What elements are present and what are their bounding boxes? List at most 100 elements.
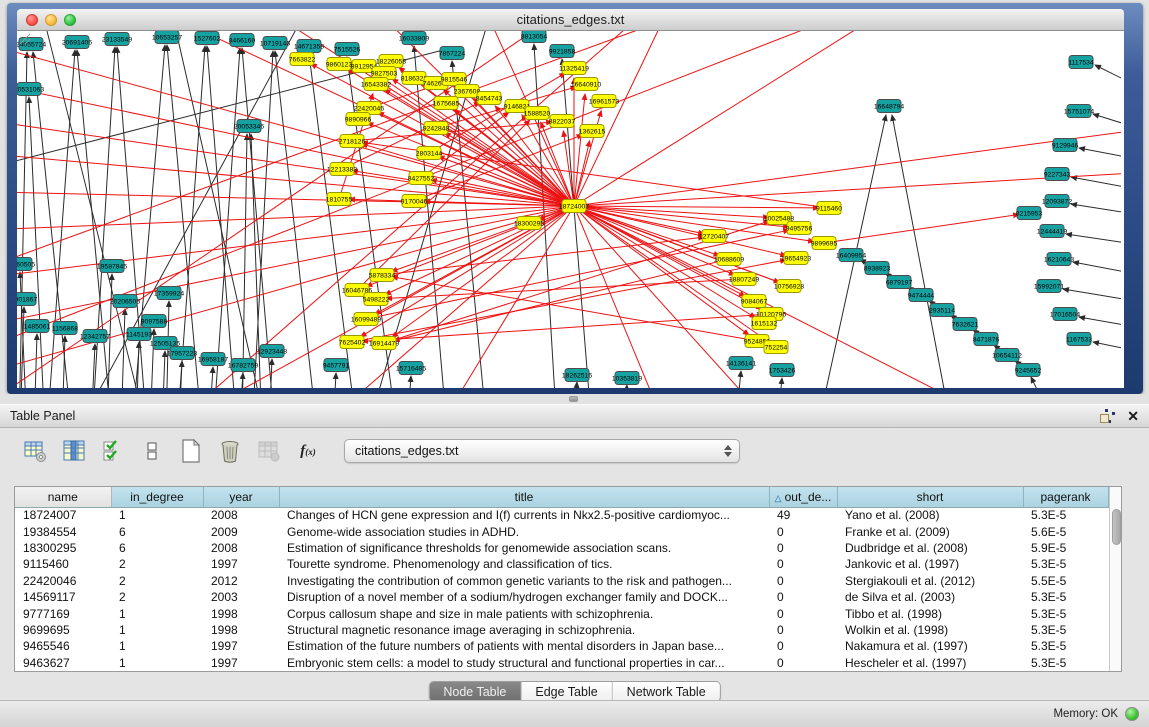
table-cell[interactable]: 5.6E-5 bbox=[1023, 523, 1108, 539]
network-canvas[interactable]: 2405572420691406231335491065325715276028… bbox=[17, 31, 1124, 388]
table-cell[interactable]: Embryonic stem cells: a model to study s… bbox=[279, 655, 769, 671]
table-cell[interactable]: 0 bbox=[769, 540, 837, 556]
graph-node[interactable]: 752254 bbox=[764, 341, 788, 354]
table-cell[interactable]: Estimation of significance thresholds fo… bbox=[279, 540, 769, 556]
graph-node[interactable]: 9242848 bbox=[423, 122, 450, 135]
table-row[interactable]: 1830029562008Estimation of significance … bbox=[15, 540, 1108, 556]
table-cell[interactable]: 6 bbox=[111, 540, 203, 556]
table-cell[interactable]: 1997 bbox=[203, 655, 279, 671]
table-cell[interactable]: 2 bbox=[111, 573, 203, 589]
table-cell[interactable]: 22420046 bbox=[15, 573, 111, 589]
graph-node[interactable]: 20206505 bbox=[110, 295, 140, 308]
table-cell[interactable]: Investigating the contribution of common… bbox=[279, 573, 769, 589]
table-cell[interactable]: Wolkin et al. (1998) bbox=[837, 622, 1023, 638]
graph-node[interactable]: 12213383 bbox=[327, 163, 357, 176]
graph-node[interactable]: 9227343 bbox=[1044, 168, 1071, 181]
table-cell[interactable]: 9699695 bbox=[15, 622, 111, 638]
table-cell[interactable]: 1997 bbox=[203, 556, 279, 572]
graph-node[interactable]: 1167533 bbox=[1066, 333, 1092, 346]
table-row[interactable]: 946554611997Estimation of the future num… bbox=[15, 638, 1108, 654]
table-row[interactable]: 911546021997Tourette syndrome. Phenomeno… bbox=[15, 556, 1108, 572]
graph-node[interactable]: 9495756 bbox=[786, 222, 813, 235]
table-cell[interactable]: Estimation of the future numbers of pati… bbox=[279, 638, 769, 654]
graph-node[interactable]: 1145193 bbox=[126, 328, 152, 341]
graph-node[interactable]: 9474444 bbox=[908, 289, 935, 302]
graph-node[interactable]: 19654923 bbox=[781, 252, 811, 265]
graph-node[interactable]: 7515526 bbox=[334, 43, 361, 56]
column-header-year[interactable]: year bbox=[203, 487, 279, 507]
table-cell[interactable]: 5.3E-5 bbox=[1023, 622, 1108, 638]
table-row[interactable]: 977716911998Corpus callosum shape and si… bbox=[15, 605, 1108, 621]
graph-node[interactable]: 1588520 bbox=[524, 107, 551, 120]
table-cell[interactable]: 1998 bbox=[203, 622, 279, 638]
table-cell[interactable]: 0 bbox=[769, 589, 837, 605]
graph-node[interactable]: 5878334 bbox=[369, 269, 396, 282]
graph-node[interactable]: 12720407 bbox=[699, 230, 729, 243]
column-header-short[interactable]: short bbox=[837, 487, 1023, 507]
graph-node[interactable]: 16958187 bbox=[198, 353, 228, 366]
graph-node[interactable]: 8454743 bbox=[476, 92, 503, 105]
graph-node[interactable]: 10353819 bbox=[612, 372, 642, 385]
table-cell[interactable]: 0 bbox=[769, 605, 837, 621]
graph-node[interactable]: 8822037 bbox=[549, 115, 576, 128]
graph-node[interactable]: 1117534 bbox=[1068, 56, 1094, 69]
graph-node[interactable]: 8427552 bbox=[408, 172, 435, 185]
table-cell[interactable]: 2 bbox=[111, 589, 203, 605]
splitter-handle[interactable] bbox=[569, 396, 578, 402]
graph-node[interactable]: 8215953 bbox=[1016, 207, 1043, 220]
graph-node[interactable]: 1675685 bbox=[433, 97, 460, 110]
graph-node[interactable]: 2718126 bbox=[339, 135, 366, 148]
table-cell[interactable]: 5.3E-5 bbox=[1023, 556, 1108, 572]
graph-node[interactable]: 6879197 bbox=[886, 276, 913, 289]
table-cell[interactable]: 5.3E-5 bbox=[1023, 589, 1108, 605]
graph-node[interactable]: 1485061 bbox=[24, 320, 51, 333]
table-row[interactable]: 1872400712008Changes of HCN gene express… bbox=[15, 507, 1108, 523]
table-cell[interactable]: 0 bbox=[769, 638, 837, 654]
graph-node[interactable]: 9921858 bbox=[549, 45, 576, 58]
table-cell[interactable]: Disruption of a novel member of a sodium… bbox=[279, 589, 769, 605]
graph-node[interactable]: 10654112 bbox=[992, 349, 1022, 362]
graph-node[interactable]: 16210643 bbox=[1044, 253, 1074, 266]
delete-table-icon[interactable] bbox=[217, 438, 243, 464]
tab-node-table[interactable]: Node Table bbox=[429, 682, 521, 701]
graph-node[interactable]: 23133549 bbox=[102, 33, 132, 46]
graph-node[interactable]: 9899695 bbox=[811, 237, 838, 250]
function-builder-icon[interactable]: f(x) bbox=[295, 438, 321, 464]
create-table-icon[interactable] bbox=[178, 438, 204, 464]
graph-node[interactable]: 17957223 bbox=[167, 347, 197, 360]
graph-node[interactable]: 17359924 bbox=[154, 287, 184, 300]
graph-node[interactable]: 10653257 bbox=[152, 31, 182, 44]
table-row[interactable]: 969969511998Structural magnetic resonanc… bbox=[15, 622, 1108, 638]
graph-node[interactable]: 12093872 bbox=[1042, 195, 1072, 208]
graph-node[interactable]: 1362615 bbox=[579, 125, 606, 138]
table-cell[interactable]: 1 bbox=[111, 655, 203, 671]
graph-node[interactable]: 10756928 bbox=[774, 280, 804, 293]
graph-node[interactable]: 19587845 bbox=[97, 260, 127, 273]
graph-node[interactable]: 20053346 bbox=[234, 120, 264, 133]
table-cell[interactable]: 0 bbox=[769, 655, 837, 671]
graph-node[interactable]: 9084067 bbox=[741, 295, 768, 308]
table-cell[interactable]: 1997 bbox=[203, 638, 279, 654]
graph-node[interactable]: 9815546 bbox=[441, 73, 468, 86]
graph-node[interactable]: 20531063 bbox=[17, 83, 44, 96]
table-cell[interactable]: Dudbridge et al. (2008) bbox=[837, 540, 1023, 556]
column-header-name[interactable]: name bbox=[15, 487, 111, 507]
table-cell[interactable]: Structural magnetic resonance image aver… bbox=[279, 622, 769, 638]
table-cell[interactable]: 0 bbox=[769, 573, 837, 589]
minimize-window-button[interactable] bbox=[45, 14, 57, 26]
table-cell[interactable]: Nakamura et al. (1997) bbox=[837, 638, 1023, 654]
table-cell[interactable]: 18300295 bbox=[15, 540, 111, 556]
graph-node[interactable]: 9245652 bbox=[1015, 364, 1042, 377]
table-cell[interactable]: 0 bbox=[769, 556, 837, 572]
graph-node[interactable]: 1156868 bbox=[52, 322, 78, 335]
table-cell[interactable]: 5.3E-5 bbox=[1023, 655, 1108, 671]
table-cell[interactable]: Tibbo et al. (1998) bbox=[837, 605, 1023, 621]
table-row[interactable]: 1938455462009Genome-wide association stu… bbox=[15, 523, 1108, 539]
graph-node[interactable]: 10719145 bbox=[260, 37, 290, 50]
graph-node[interactable]: 1810755 bbox=[326, 193, 353, 206]
graph-node[interactable]: 8466160 bbox=[229, 34, 256, 47]
table-cell[interactable]: 2 bbox=[111, 556, 203, 572]
graph-node[interactable]: 10688609 bbox=[714, 253, 744, 266]
table-scrollbar[interactable] bbox=[1109, 487, 1122, 671]
table-row[interactable]: 2242004622012Investigating the contribut… bbox=[15, 573, 1108, 589]
